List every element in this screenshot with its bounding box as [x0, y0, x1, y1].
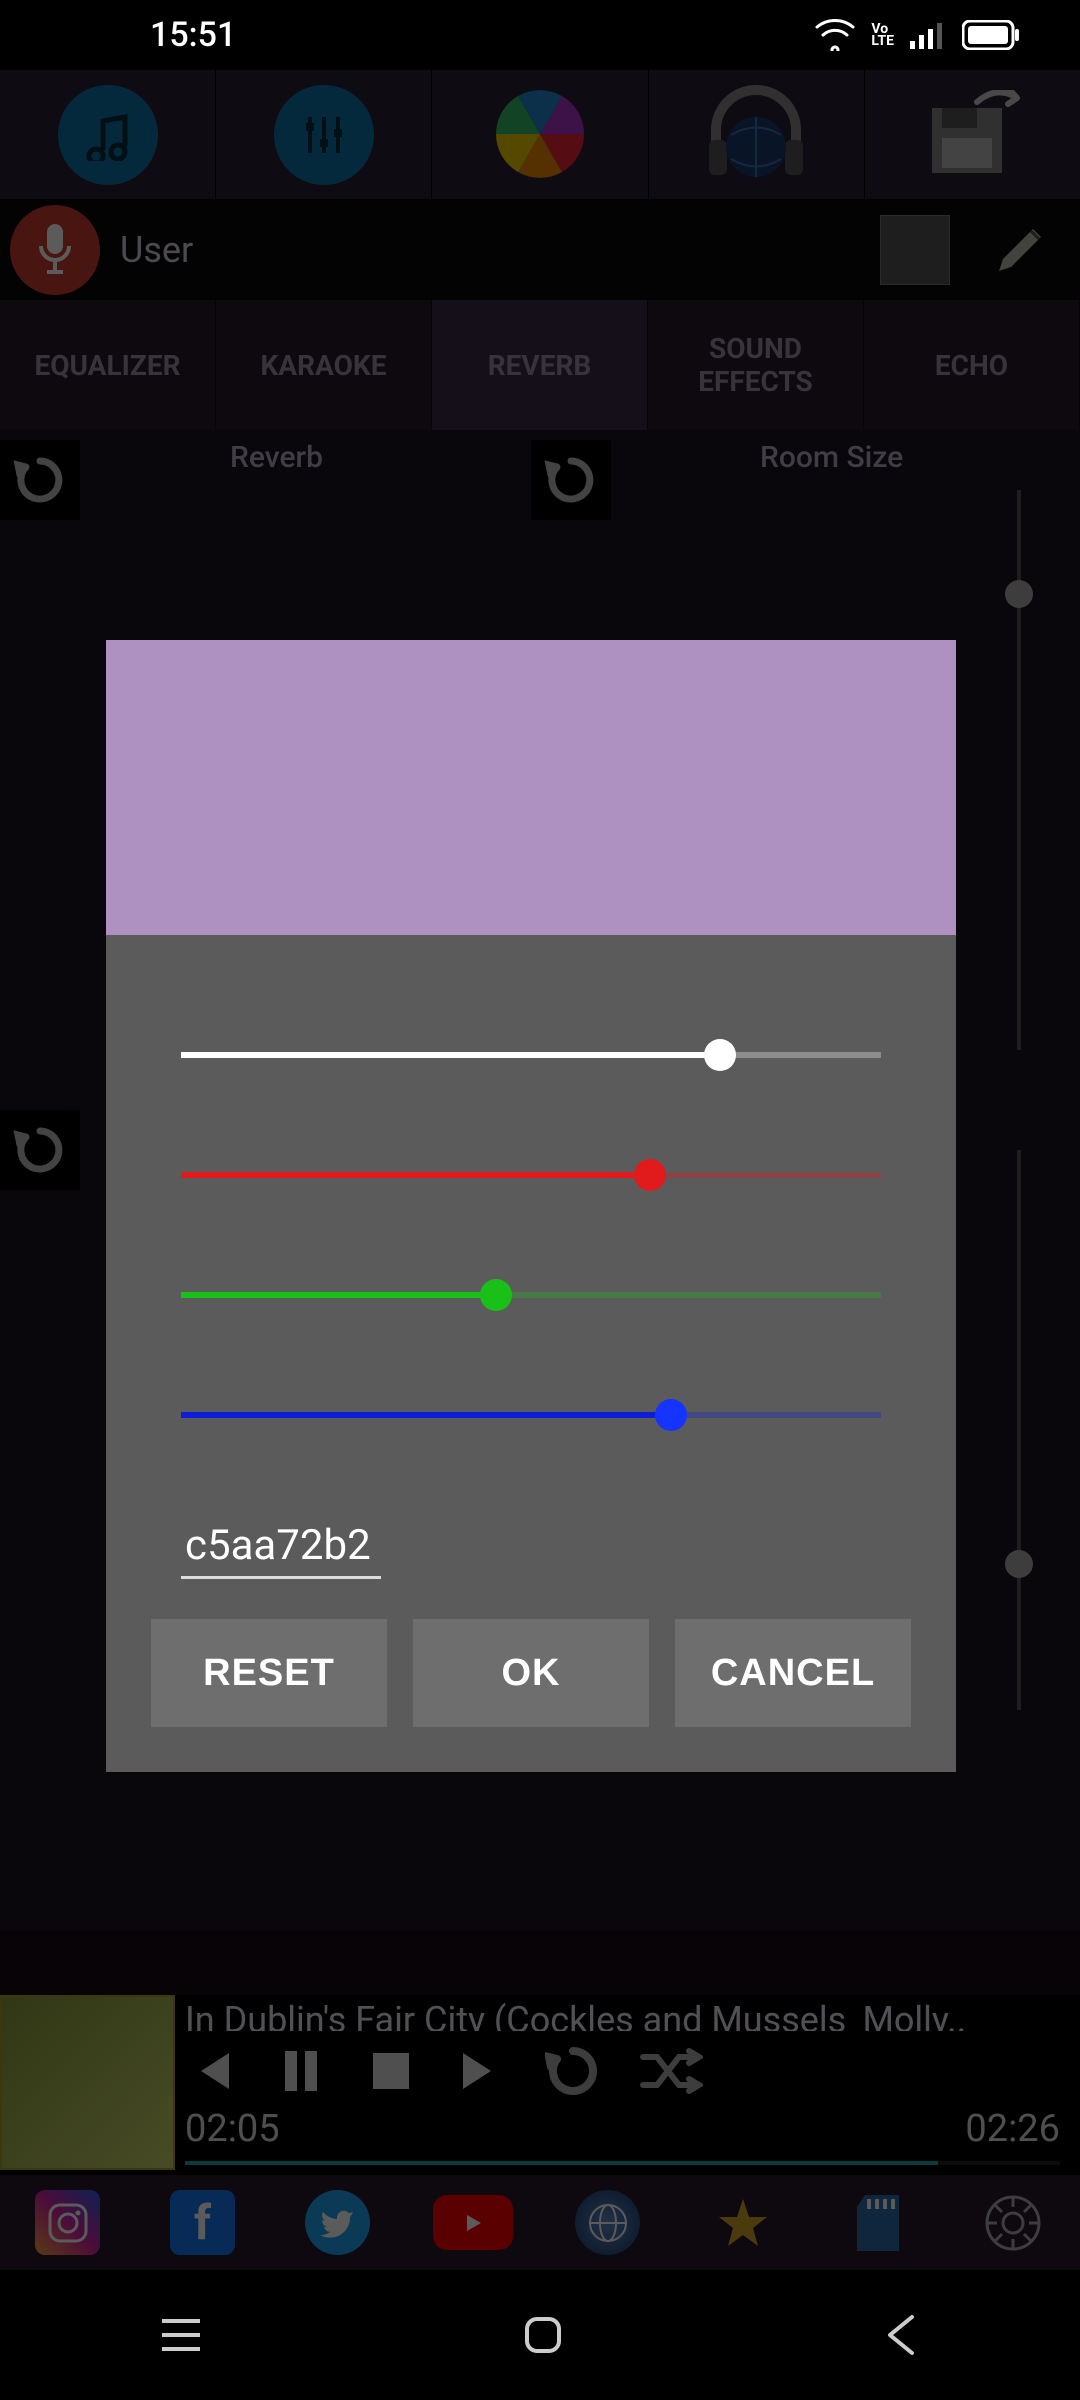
cancel-button[interactable]: CANCEL — [675, 1619, 911, 1727]
color-picker-dialog: RESET OK CANCEL — [106, 640, 956, 1772]
red-slider[interactable] — [181, 1115, 881, 1235]
alpha-slider[interactable] — [181, 995, 881, 1115]
color-preview — [106, 640, 956, 935]
reset-button[interactable]: RESET — [151, 1619, 387, 1727]
blue-slider[interactable] — [181, 1355, 881, 1475]
hex-input[interactable] — [181, 1515, 381, 1579]
ok-button[interactable]: OK — [413, 1619, 649, 1727]
green-slider[interactable] — [181, 1235, 881, 1355]
